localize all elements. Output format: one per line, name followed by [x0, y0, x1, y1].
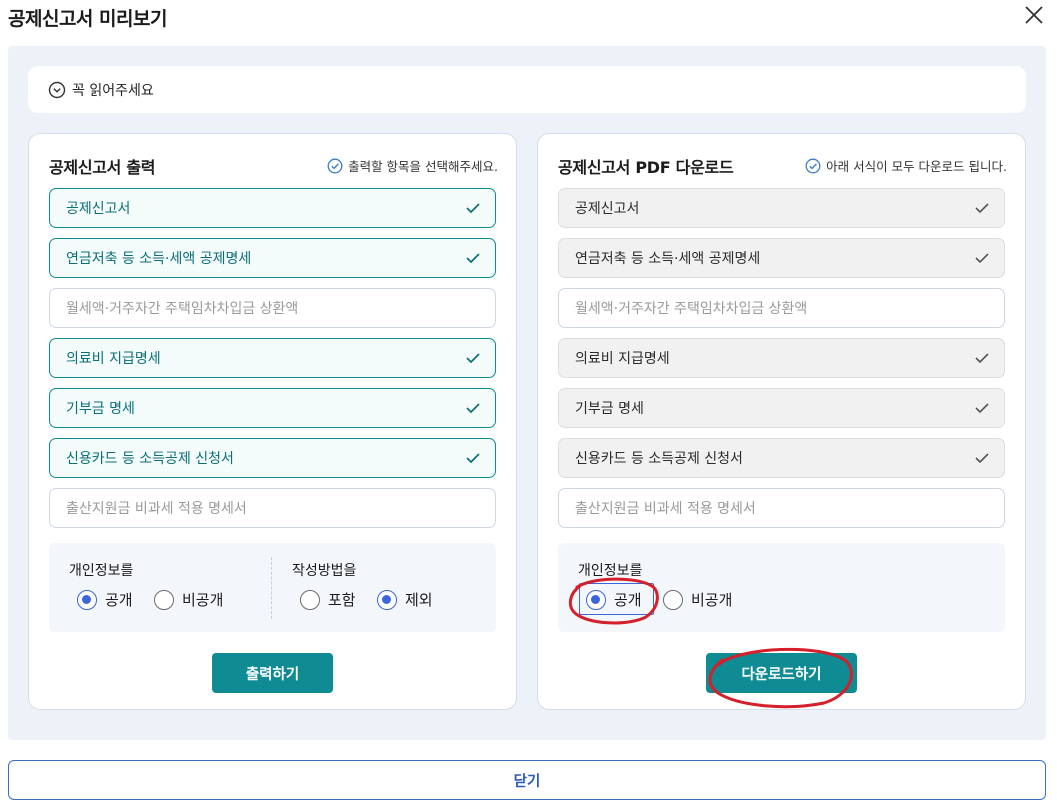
- close-icon[interactable]: [1023, 4, 1045, 26]
- chevron-down-circle-icon: [48, 81, 66, 98]
- print-item[interactable]: 연금저축 등 소득·세액 공제명세: [49, 238, 496, 278]
- download-panel-hint-text: 아래 서식이 모두 다운로드 됩니다.: [826, 159, 1007, 174]
- radio-label: 제외: [405, 591, 433, 609]
- radio-label: 포함: [328, 591, 356, 609]
- privacy-private-radio[interactable]: 비공개: [154, 589, 223, 610]
- radio-circle: [663, 589, 683, 610]
- download-item: 공제신고서: [558, 188, 1005, 228]
- check-circle-icon: [327, 158, 343, 173]
- download-item-label: 기부금 명세: [575, 401, 644, 417]
- radio-circle: [77, 589, 97, 610]
- download-panel-hint: 아래 서식이 모두 다운로드 됩니다.: [805, 156, 1007, 175]
- print-item-label: 월세액·거주자간 주택임차차입금 상환액: [66, 301, 299, 317]
- window-title: 공제신고서 미리보기: [8, 8, 167, 30]
- download-item-label: 공제신고서: [575, 201, 640, 217]
- print-panel-hint-text: 출력할 항목을 선택해주세요.: [348, 159, 498, 174]
- download-item: 연금저축 등 소득·세액 공제명세: [558, 238, 1005, 278]
- download-item-label: 의료비 지급명세: [575, 351, 670, 367]
- print-item[interactable]: 출산지원금 비과세 적용 명세서: [49, 488, 496, 528]
- download-item: 신용카드 등 소득공제 신청서: [558, 438, 1005, 478]
- download-item-label: 출산지원금 비과세 적용 명세서: [575, 501, 756, 517]
- method-include-radio[interactable]: 포함: [300, 589, 356, 610]
- notice-toggle[interactable]: 꼭 읽어주세요: [28, 66, 1026, 113]
- download-options: 개인정보를 공개 비공개: [558, 543, 1005, 632]
- check-icon: [466, 353, 480, 364]
- print-item-list: 공제신고서 연금저축 등 소득·세액 공제명세 월세액·거주자간 주택임차차입금…: [49, 188, 496, 538]
- window-titlebar: 공제신고서 미리보기: [0, 0, 1057, 38]
- download-button[interactable]: 다운로드하기: [706, 653, 857, 693]
- download-item: 기부금 명세: [558, 388, 1005, 428]
- check-icon: [466, 203, 480, 214]
- check-icon: [975, 253, 989, 264]
- print-item[interactable]: 공제신고서: [49, 188, 496, 228]
- download-item-list: 공제신고서 연금저축 등 소득·세액 공제명세 월세액·거주자간 주택임차차입금…: [558, 188, 1005, 538]
- print-item-label: 연금저축 등 소득·세액 공제명세: [66, 251, 252, 267]
- download-item-label: 월세액·거주자간 주택임차차입금 상환액: [575, 301, 808, 317]
- download-panel: 공제신고서 PDF 다운로드 아래 서식이 모두 다운로드 됩니다. 공제신고서…: [537, 133, 1026, 710]
- method-exclude-radio[interactable]: 제외: [377, 589, 433, 610]
- print-options: 개인정보를 공개 비공개 작성방법을 포함 제외: [49, 543, 496, 632]
- radio-label: 공개: [105, 591, 133, 609]
- print-item-label: 의료비 지급명세: [66, 351, 161, 367]
- radio-circle: [377, 589, 397, 610]
- print-item-label: 신용카드 등 소득공제 신청서: [66, 451, 234, 467]
- print-item-label: 출산지원금 비과세 적용 명세서: [66, 501, 247, 517]
- close-button[interactable]: 닫기: [8, 760, 1046, 800]
- radio-circle: [300, 589, 320, 610]
- privacy-public-radio[interactable]: 공개: [77, 589, 133, 610]
- download-item-label: 신용카드 등 소득공제 신청서: [575, 451, 743, 467]
- download-item: 출산지원금 비과세 적용 명세서: [558, 488, 1005, 528]
- check-icon: [466, 453, 480, 464]
- privacy-public-radio[interactable]: 공개: [586, 589, 642, 610]
- check-icon: [975, 403, 989, 414]
- privacy-label: 개인정보를: [578, 563, 643, 579]
- radio-circle: [586, 589, 606, 610]
- print-item[interactable]: 기부금 명세: [49, 388, 496, 428]
- radio-label: 공개: [614, 591, 642, 609]
- print-item[interactable]: 의료비 지급명세: [49, 338, 496, 378]
- download-item: 의료비 지급명세: [558, 338, 1005, 378]
- check-circle-icon: [805, 158, 821, 173]
- print-item[interactable]: 신용카드 등 소득공제 신청서: [49, 438, 496, 478]
- notice-label: 꼭 읽어주세요: [72, 82, 154, 99]
- print-button[interactable]: 출력하기: [212, 653, 333, 693]
- radio-label: 비공개: [182, 591, 224, 609]
- print-item-label: 기부금 명세: [66, 401, 135, 417]
- print-item-label: 공제신고서: [66, 201, 131, 217]
- check-icon: [975, 353, 989, 364]
- print-panel-title: 공제신고서 출력: [49, 158, 156, 177]
- print-item[interactable]: 월세액·거주자간 주택임차차입금 상환액: [49, 288, 496, 328]
- radio-label: 비공개: [691, 591, 733, 609]
- check-icon: [466, 253, 480, 264]
- check-icon: [975, 203, 989, 214]
- print-panel: 공제신고서 출력 출력할 항목을 선택해주세요. 공제신고서 연금저축 등 소득…: [28, 133, 517, 710]
- divider: [271, 557, 272, 619]
- privacy-label: 개인정보를: [69, 563, 134, 579]
- radio-circle: [154, 589, 174, 610]
- check-icon: [466, 403, 480, 414]
- check-icon: [975, 453, 989, 464]
- download-panel-title: 공제신고서 PDF 다운로드: [558, 158, 734, 177]
- privacy-private-radio[interactable]: 비공개: [663, 589, 732, 610]
- download-item-label: 연금저축 등 소득·세액 공제명세: [575, 251, 761, 267]
- content-area: 꼭 읽어주세요 공제신고서 출력 출력할 항목을 선택해주세요. 공제신고서 연…: [8, 46, 1046, 740]
- print-panel-hint: 출력할 항목을 선택해주세요.: [327, 156, 498, 175]
- download-item: 월세액·거주자간 주택임차차입금 상환액: [558, 288, 1005, 328]
- method-label: 작성방법을: [292, 563, 357, 579]
